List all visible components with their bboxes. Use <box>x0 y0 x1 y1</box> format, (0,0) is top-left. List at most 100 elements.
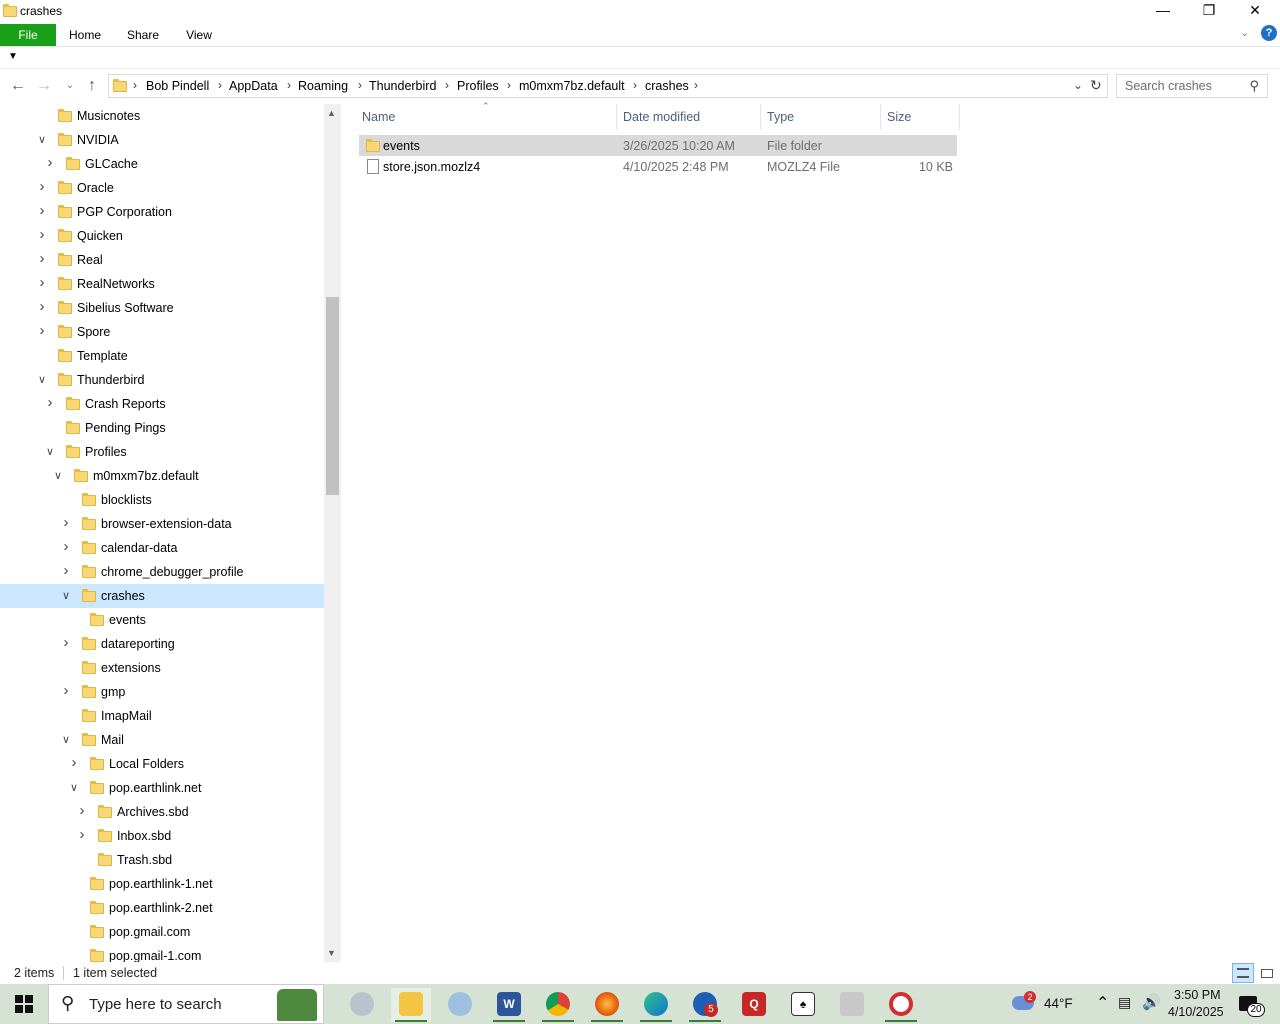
chevron-right-icon[interactable]: › <box>68 754 80 771</box>
chevron-down-icon[interactable]: ⌄ <box>1240 26 1249 39</box>
chevron-down-icon[interactable]: ∨ <box>36 373 48 386</box>
chevron-right-icon[interactable]: › <box>76 802 88 819</box>
tree-item[interactable]: extensions <box>0 656 324 680</box>
navigation-pane[interactable]: Musicnotes ∨ NVIDIA › GLCache › Oracle › PGP Cor… <box>0 104 340 962</box>
tree-item[interactable]: › GLCache <box>0 152 324 176</box>
tree-item[interactable]: › chrome_debugger_profile <box>0 560 324 584</box>
chevron-down-icon[interactable]: ∨ <box>36 133 48 146</box>
close-button[interactable]: ✕ <box>1232 0 1278 22</box>
breadcrumb-separator[interactable]: › <box>287 78 291 92</box>
clock-time[interactable]: 3:50 PM <box>1174 988 1221 1002</box>
tree-item[interactable]: events <box>0 608 324 632</box>
chevron-down-icon[interactable]: ∨ <box>44 445 56 458</box>
chevron-down-icon[interactable]: ∨ <box>60 589 72 602</box>
search-input[interactable]: Search crashes ⚲ <box>1116 74 1268 98</box>
breadcrumb-separator[interactable]: › <box>694 78 698 92</box>
breadcrumb-item[interactable]: Thunderbird <box>369 79 436 93</box>
chevron-right-icon[interactable]: › <box>36 322 48 339</box>
start-button[interactable] <box>0 984 48 1024</box>
tree-item[interactable]: ∨ crashes <box>0 584 324 608</box>
minimize-button[interactable]: — <box>1140 0 1186 22</box>
breadcrumb-separator[interactable]: › <box>358 78 362 92</box>
restore-button[interactable]: ❐ <box>1186 0 1232 22</box>
chevron-down-icon[interactable]: ∨ <box>68 781 80 794</box>
column-header-name[interactable]: Name <box>362 110 395 124</box>
weather-temperature[interactable]: 44°F <box>1044 996 1073 1011</box>
breadcrumb-item[interactable]: Bob Pindell <box>146 79 209 93</box>
chevron-right-icon[interactable]: › <box>60 538 72 555</box>
scroll-up-icon[interactable]: ▲ <box>327 108 336 118</box>
tree-item[interactable]: › Real <box>0 248 324 272</box>
tree-item[interactable]: ∨ Profiles <box>0 440 324 464</box>
column-header-date[interactable]: Date modified <box>623 110 700 124</box>
tree-item[interactable]: › Inbox.sbd <box>0 824 324 848</box>
tree-item[interactable]: pop.gmail-1.com <box>0 944 324 962</box>
tree-item[interactable]: › Crash Reports <box>0 392 324 416</box>
chevron-up-icon[interactable]: ⌃ <box>1096 993 1109 1013</box>
recent-locations-icon[interactable]: ⌄ <box>60 76 80 96</box>
chevron-right-icon[interactable]: › <box>36 202 48 219</box>
column-divider[interactable] <box>616 104 617 130</box>
taskbar-search-box[interactable]: ⚲ Type here to search <box>48 984 324 1024</box>
column-header-type[interactable]: Type <box>767 110 794 124</box>
breadcrumb-separator[interactable]: › <box>445 78 449 92</box>
column-divider[interactable] <box>760 104 761 130</box>
chevron-right-icon[interactable]: › <box>60 682 72 699</box>
taskbar-app-paint[interactable] <box>440 988 480 1022</box>
tree-item[interactable]: › RealNetworks <box>0 272 324 296</box>
chevron-down-icon[interactable]: ∨ <box>52 469 64 482</box>
chevron-right-icon[interactable]: › <box>36 226 48 243</box>
tree-item[interactable]: › Archives.sbd <box>0 800 324 824</box>
chevron-down-icon[interactable]: ∨ <box>60 733 72 746</box>
chevron-right-icon[interactable]: › <box>60 634 72 651</box>
taskbar-app-solitaire[interactable]: ♠ <box>783 988 823 1022</box>
chevron-right-icon[interactable]: › <box>36 298 48 315</box>
nav-scrollbar[interactable]: ▲ ▼ <box>324 104 341 962</box>
breadcrumb-item[interactable]: Profiles <box>457 79 499 93</box>
tree-item[interactable]: › browser-extension-data <box>0 512 324 536</box>
column-header-size[interactable]: Size <box>887 110 911 124</box>
tree-item[interactable]: ∨ NVIDIA <box>0 128 324 152</box>
taskbar-app-chrome[interactable] <box>538 988 578 1022</box>
tab-view[interactable]: View <box>176 24 222 46</box>
forward-button[interactable]: → <box>34 76 54 96</box>
taskbar-app-outlook[interactable]: 5 <box>685 988 725 1022</box>
address-bar[interactable]: › Bob Pindell › AppData › Roaming › Thun… <box>108 74 1108 98</box>
breadcrumb-item[interactable]: Roaming <box>298 79 348 93</box>
tree-item[interactable]: Trash.sbd <box>0 848 324 872</box>
taskbar-app-red-circle[interactable] <box>881 988 921 1022</box>
tree-item[interactable]: › PGP Corporation <box>0 200 324 224</box>
tree-item[interactable]: Template <box>0 344 324 368</box>
chevron-right-icon[interactable]: › <box>36 178 48 195</box>
taskbar-app-edge[interactable] <box>636 988 676 1022</box>
tree-item[interactable]: › Spore <box>0 320 324 344</box>
file-row[interactable]: events 3/26/2025 10:20 AM File folder <box>359 135 957 156</box>
scrollbar-thumb[interactable] <box>326 297 339 495</box>
breadcrumb-separator[interactable]: › <box>218 78 222 92</box>
tree-item[interactable]: ImapMail <box>0 704 324 728</box>
breadcrumb-item[interactable]: m0mxm7bz.default <box>519 79 625 93</box>
volume-icon[interactable]: 🔊 <box>1142 993 1161 1011</box>
file-list[interactable]: ⌃ Name Date modified Type Size events 3/… <box>355 101 1280 962</box>
tree-item[interactable]: › calendar-data <box>0 536 324 560</box>
tree-item[interactable]: › datareporting <box>0 632 324 656</box>
large-icons-view-button[interactable] <box>1256 963 1278 983</box>
tree-item[interactable]: ∨ m0mxm7bz.default <box>0 464 324 488</box>
details-view-button[interactable] <box>1232 963 1254 983</box>
tree-item[interactable]: pop.earthlink-2.net <box>0 896 324 920</box>
breadcrumb-separator[interactable]: › <box>633 78 637 92</box>
tree-item[interactable]: ∨ Thunderbird <box>0 368 324 392</box>
tab-home[interactable]: Home <box>60 24 110 46</box>
breadcrumb-separator[interactable]: › <box>507 78 511 92</box>
scroll-down-icon[interactable]: ▼ <box>327 948 336 958</box>
column-divider[interactable] <box>880 104 881 130</box>
address-dropdown-icon[interactable]: ⌄ <box>1073 78 1083 92</box>
refresh-icon[interactable]: ↻ <box>1090 77 1102 94</box>
quick-access-dropdown-icon[interactable]: ▼ <box>8 51 18 62</box>
column-divider[interactable] <box>959 104 960 130</box>
tree-item[interactable]: ∨ Mail <box>0 728 324 752</box>
taskbar-app-quicken[interactable]: Q <box>734 988 774 1022</box>
chevron-right-icon[interactable]: › <box>44 154 56 171</box>
tree-item[interactable]: ∨ pop.earthlink.net <box>0 776 324 800</box>
chevron-right-icon[interactable]: › <box>36 274 48 291</box>
